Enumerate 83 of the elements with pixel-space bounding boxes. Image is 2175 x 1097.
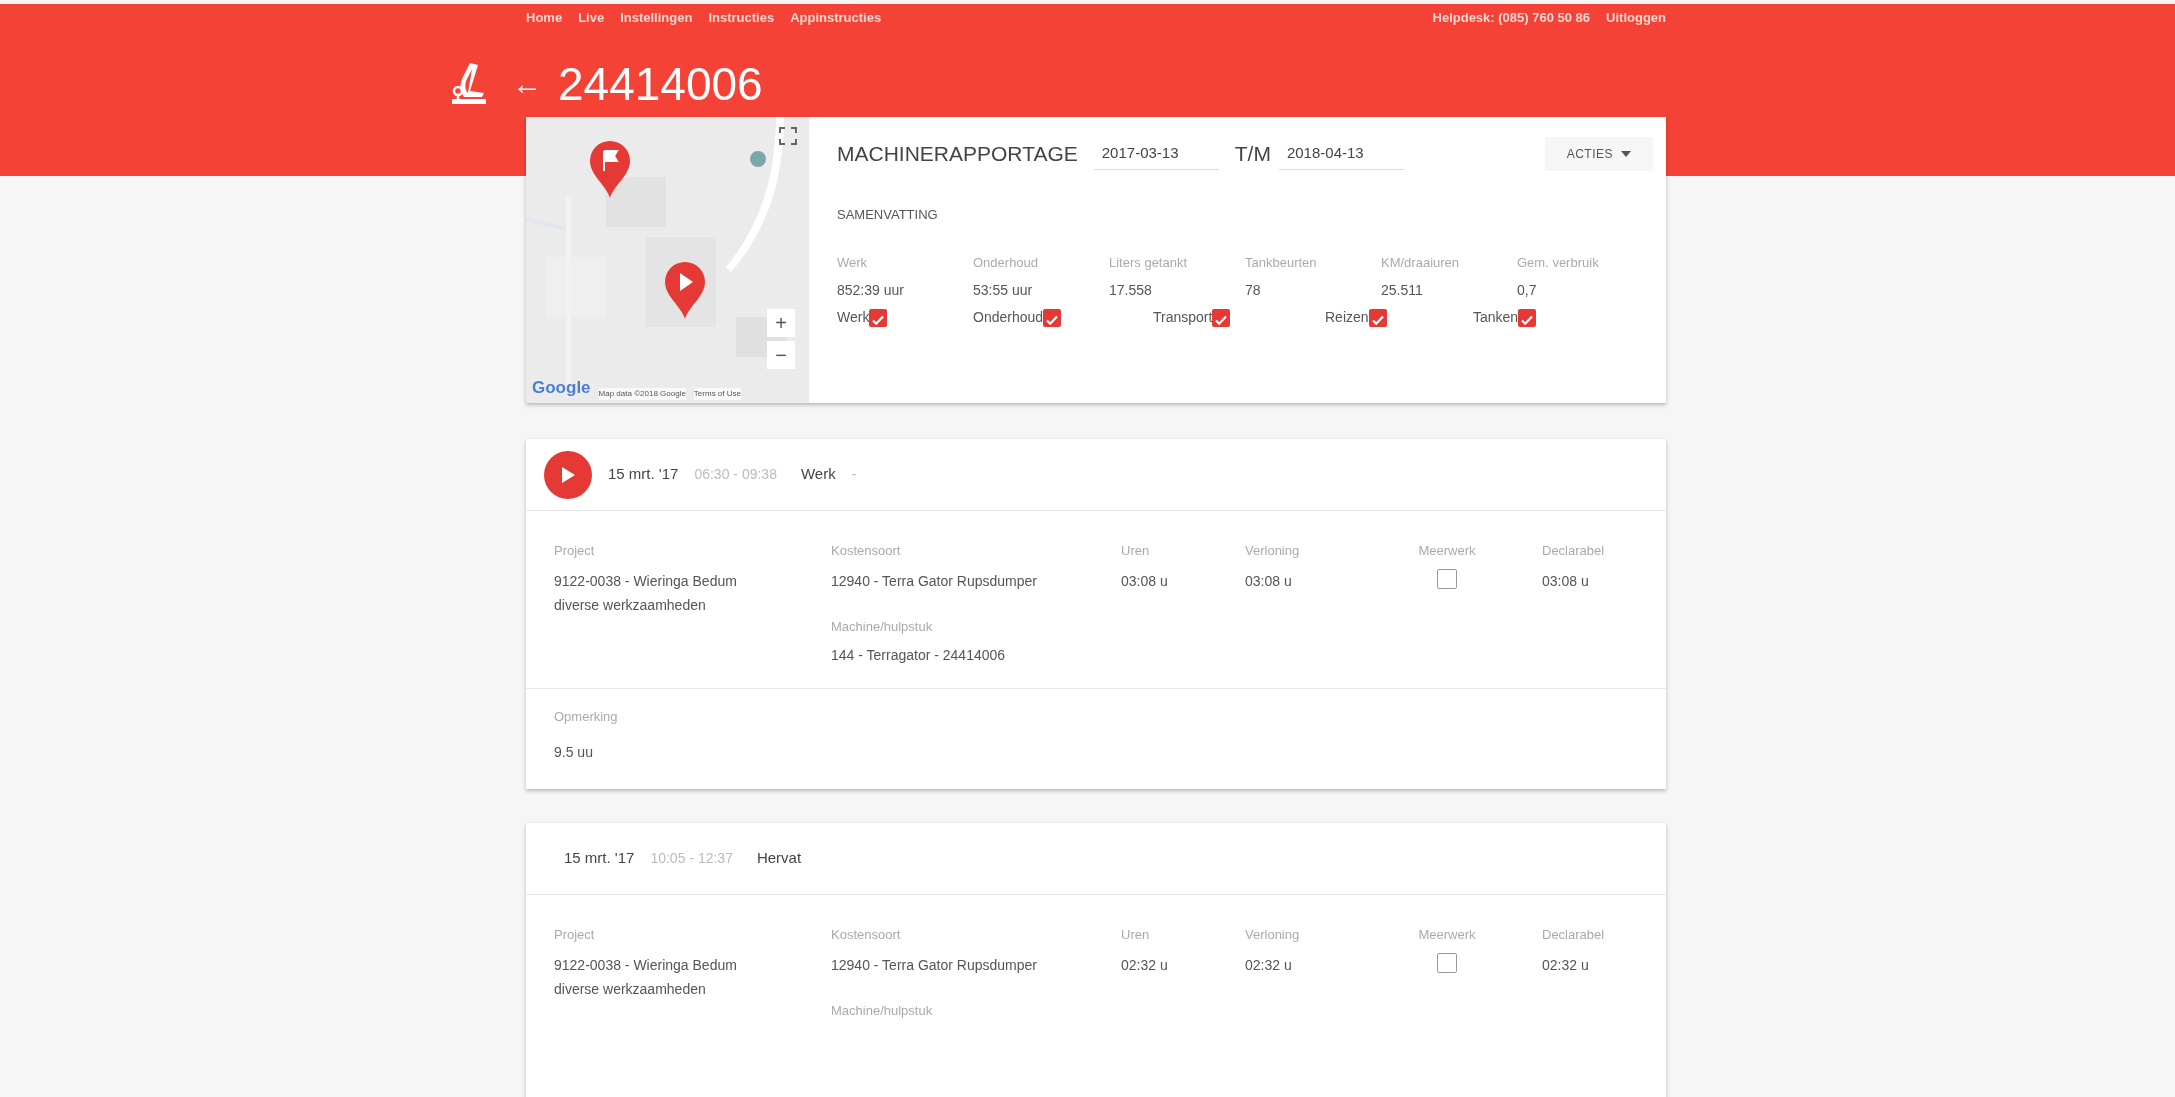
field-value: 12940 - Terra Gator Rupsdumper: [831, 955, 1038, 975]
filter-label: Tanken: [1473, 308, 1519, 327]
field-label: Declarabel: [1542, 542, 1606, 560]
field-label: Project: [554, 542, 596, 560]
filter-label: Onderhoud: [973, 308, 1044, 327]
date-field[interactable]: 2018-04-13: [1278, 138, 1404, 170]
filter-checkbox[interactable]: [1043, 308, 1062, 327]
field-label: Kostensoort: [831, 926, 902, 944]
nav-link[interactable]: Live: [578, 8, 605, 28]
entry-type: Werk: [800, 464, 836, 485]
nav-link[interactable]: Appinstructies: [790, 8, 882, 28]
filter-label: Transport: [1153, 308, 1213, 327]
field-value: 02:32 u: [1245, 955, 1293, 975]
stat-value: 53:55 uur: [973, 281, 1034, 300]
back-link[interactable]: ←: [512, 61, 542, 106]
field-label: Machine/hulpstuk: [831, 1002, 934, 1020]
field-value: 9.5 uu: [554, 743, 594, 762]
entry-type: Hervat: [756, 848, 802, 869]
field-value: 9122-0038 - Wieringa Bedum diverse werkzaamheden: [554, 571, 738, 615]
map-attribution: Map data ©2018 Google: [598, 388, 686, 400]
entry-date: 15 mrt. '17: [564, 848, 635, 869]
terms-link[interactable]: Terms of Use: [693, 388, 741, 400]
page-title: 24414006: [558, 60, 763, 107]
filter-label: Werk: [837, 308, 870, 327]
stat-label: Werk: [837, 253, 869, 272]
filter-checkbox[interactable]: [869, 308, 888, 327]
stat-value: 25.511: [1381, 281, 1424, 300]
stat-value: 852:39 uur: [837, 281, 905, 300]
flag-pin-icon: [588, 139, 632, 199]
actions-button[interactable]: ACTIES: [1544, 137, 1653, 171]
google-logo: Google: [532, 376, 591, 399]
fullscreen-icon[interactable]: [779, 127, 797, 145]
dropdown-toggle-mark[interactable]: -: [851, 464, 857, 485]
stat-value: 0,7: [1517, 281, 1538, 300]
report-title: MACHINERAPPORTAGE: [837, 141, 1078, 168]
stat-value: 78: [1245, 281, 1262, 300]
date-field[interactable]: 2017-03-13: [1093, 138, 1219, 170]
filter-checkbox[interactable]: [1368, 308, 1387, 327]
field-label: Machine/hulpstuk: [831, 618, 934, 636]
entry-time: 06:30 - 09:38: [694, 465, 777, 484]
field-value: 12940 - Terra Gator Rupsdumper: [831, 571, 1038, 591]
stat-value: 17.558: [1109, 281, 1153, 300]
logout-link[interactable]: Uitloggen: [1606, 8, 1666, 28]
helpdesk-link[interactable]: Helpdesk: (085) 760 50 86: [1432, 8, 1591, 28]
filter-checkbox[interactable]: [1212, 308, 1231, 327]
field-value: 9122-0038 - Wieringa Bedum diverse werkzaamheden: [554, 955, 738, 999]
checkbox[interactable]: [1437, 568, 1457, 589]
entry-time: 10:05 - 12:37: [650, 849, 733, 868]
field-label: Opmerking: [554, 707, 619, 726]
section-title: SAMENVATTING: [837, 206, 939, 224]
field-label: Verloning: [1245, 926, 1301, 944]
stat-label: Onderhoud: [973, 253, 1040, 272]
entry-date: 15 mrt. '17: [608, 464, 679, 485]
caret-icon: [1621, 151, 1631, 157]
stat-label: KM/draaiuren: [1381, 253, 1461, 272]
field-value: 144 - Terragator - 24414006: [831, 645, 1007, 665]
field-label: Meerwerk: [1417, 926, 1477, 944]
nav-link[interactable]: Instellingen: [620, 8, 693, 28]
field-label: Uren: [1121, 926, 1151, 944]
field-value: 03:08 u: [1245, 571, 1293, 591]
field-label: Meerwerk: [1417, 542, 1477, 560]
filter-checkbox[interactable]: [1518, 308, 1537, 327]
stat-label: Gem. verbruik: [1517, 253, 1600, 272]
field-label: Verloning: [1245, 542, 1301, 560]
filter-label: Reizen: [1325, 308, 1369, 327]
date-separator: T/M: [1234, 141, 1271, 168]
checkbox[interactable]: [1437, 952, 1457, 973]
field-label: Kostensoort: [831, 542, 902, 560]
field-label: Project: [554, 926, 596, 944]
nav-link[interactable]: Instructies: [708, 8, 775, 28]
field-label: Declarabel: [1542, 926, 1606, 944]
stat-label: Tankbeurten: [1245, 253, 1318, 272]
play-pin-icon: [663, 260, 707, 320]
zoom-out-button[interactable]: −: [767, 341, 795, 369]
field-value: 03:08 u: [1121, 571, 1169, 591]
nav-link[interactable]: Home: [526, 8, 563, 28]
field-value: 02:32 u: [1542, 955, 1590, 975]
field-value: 02:32 u: [1121, 955, 1169, 975]
zoom-in-button[interactable]: +: [767, 309, 795, 337]
field-value: 03:08 u: [1542, 571, 1590, 591]
stat-label: Liters getankt: [1109, 253, 1189, 272]
field-label: Uren: [1121, 542, 1151, 560]
play-icon[interactable]: [544, 450, 592, 499]
